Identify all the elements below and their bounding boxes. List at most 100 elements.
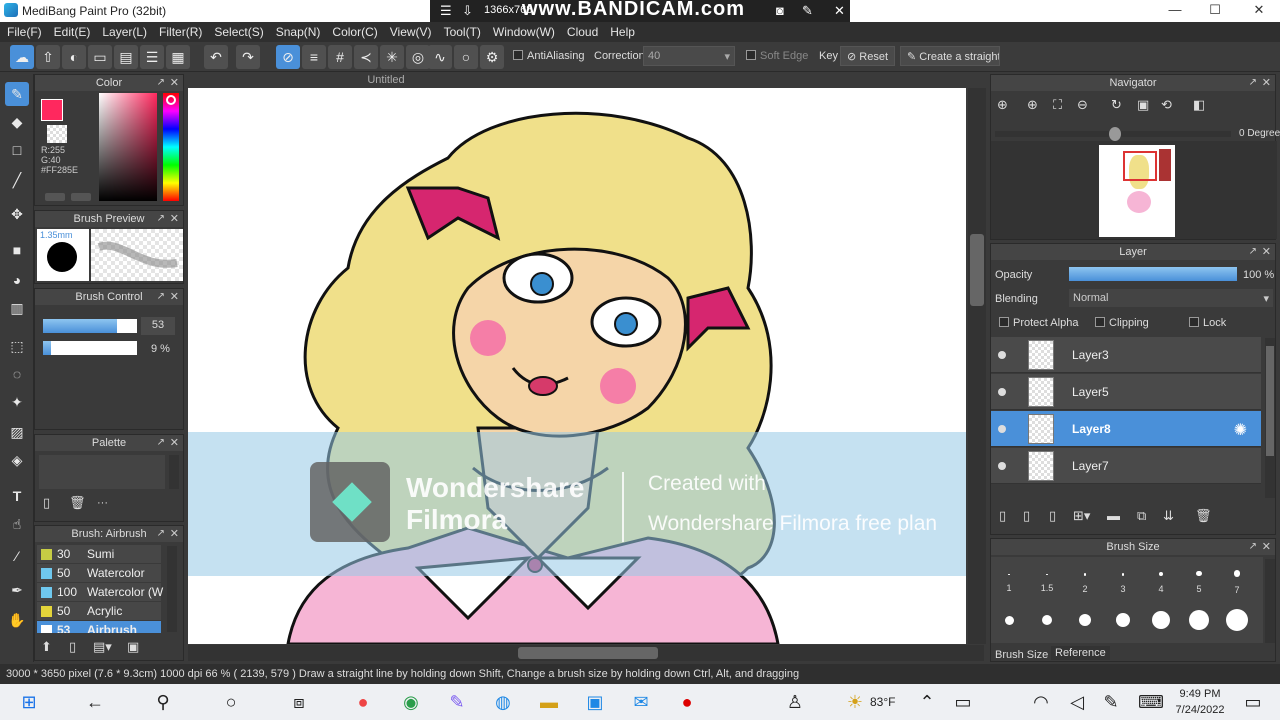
brush-size-cell[interactable]: 1.5 xyxy=(1035,565,1059,593)
palette-scrollbar[interactable] xyxy=(169,455,179,489)
close-icon[interactable]: ✕ xyxy=(170,289,179,305)
curve-snap-icon[interactable]: ∿ xyxy=(428,45,452,69)
delete-palette-icon[interactable]: 🗑 xyxy=(69,495,86,511)
add-layer-menu-icon[interactable]: ⊞▾ xyxy=(1073,508,1090,524)
navigator-preview[interactable] xyxy=(991,141,1277,239)
reset-rotation-icon[interactable]: ⟲ xyxy=(1161,97,1172,113)
float-icon[interactable]: ↗ xyxy=(157,75,165,91)
magic-wand-tool-icon[interactable]: ✦ xyxy=(5,390,29,414)
shape-tool-icon[interactable]: □ xyxy=(5,138,29,162)
visibility-icon[interactable] xyxy=(998,351,1006,359)
task-view-icon[interactable]: ⧈ xyxy=(286,690,312,714)
circle-snap-icon[interactable]: ◎ xyxy=(406,45,430,69)
merge-layer-icon[interactable]: ⇊ xyxy=(1163,508,1174,524)
list-icon[interactable]: ☰ xyxy=(140,45,164,69)
layer-settings-icon[interactable]: ✺ xyxy=(1234,420,1247,440)
protect-alpha-toggle[interactable]: Protect Alpha xyxy=(999,317,1078,329)
visibility-icon[interactable] xyxy=(998,388,1006,396)
new-halftone-layer-icon[interactable]: ▯ xyxy=(1023,508,1030,524)
line-tool-icon[interactable]: ╱ xyxy=(5,168,29,192)
menu-help[interactable]: Help xyxy=(603,22,640,39)
actual-size-icon[interactable]: ▣ xyxy=(1137,97,1149,113)
rotation-slider[interactable] xyxy=(995,127,1231,141)
brush-size-slider[interactable] xyxy=(43,319,137,333)
brush-list-item[interactable]: 53 Airbrush xyxy=(37,621,161,633)
new-layer-icon[interactable]: ▯ xyxy=(999,508,1006,524)
pen-icon[interactable]: ✎ xyxy=(1098,690,1124,714)
cloud-sync-icon[interactable]: ☁ xyxy=(10,45,34,69)
chevron-up-icon[interactable]: ⌃ xyxy=(914,690,940,714)
color-option-button[interactable] xyxy=(45,193,65,201)
document-icon[interactable]: ▤ xyxy=(114,45,138,69)
eraser-tool-icon[interactable]: ◆ xyxy=(5,110,29,134)
brush-size-cell[interactable] xyxy=(1223,609,1251,631)
hue-slider[interactable] xyxy=(163,93,179,201)
eyedropper-tool-icon[interactable]: ⁄ xyxy=(5,544,29,568)
menu-window[interactable]: Window(W) xyxy=(486,22,560,39)
chrome-icon[interactable]: ● xyxy=(350,690,376,714)
brush-size-cell[interactable]: 5 xyxy=(1187,565,1211,594)
hand-tool-icon[interactable]: ✋ xyxy=(5,608,29,632)
brush-list-scrollbar[interactable] xyxy=(167,546,177,632)
rotation-handle[interactable] xyxy=(1109,127,1121,141)
menu-filter[interactable]: Filter(R) xyxy=(152,22,207,39)
visibility-icon[interactable] xyxy=(998,462,1006,470)
volume-icon[interactable]: ◁ xyxy=(1064,690,1090,714)
ellipse-snap-icon[interactable]: ○ xyxy=(454,45,478,69)
brush-size-cell[interactable] xyxy=(1109,609,1137,627)
brush-size-cell[interactable] xyxy=(1185,609,1213,630)
float-icon[interactable]: ↗ xyxy=(157,289,165,305)
color-option-button[interactable] xyxy=(71,193,91,201)
vertical-scrollbar[interactable] xyxy=(968,88,986,644)
menu-color[interactable]: Color(C) xyxy=(325,22,382,39)
snap-settings-icon[interactable]: ⚙ xyxy=(480,45,504,69)
brush-list-item[interactable]: 100 Watercolor (W xyxy=(37,583,163,601)
layer-scroll-thumb[interactable] xyxy=(1266,346,1274,456)
brush-size-cell[interactable] xyxy=(1147,609,1175,629)
select-tool-icon[interactable]: ⬚ xyxy=(5,334,29,358)
add-palette-icon[interactable]: ▯ xyxy=(43,495,50,511)
close-icon[interactable]: ✕ xyxy=(1262,244,1271,260)
zoom-out-icon[interactable]: ⊖ xyxy=(1077,97,1088,113)
new-1bit-layer-icon[interactable]: ▯ xyxy=(1049,508,1056,524)
float-icon[interactable]: ↗ xyxy=(1249,244,1257,260)
grid-snap-icon[interactable]: # xyxy=(328,45,352,69)
brush-list-item[interactable]: 50 Watercolor xyxy=(37,564,161,582)
grid-icon[interactable]: ▦ xyxy=(166,45,190,69)
create-straight-button[interactable]: ✎ Create a straight xyxy=(900,46,1000,66)
layer-row[interactable]: Layer3 xyxy=(991,337,1261,373)
document-tab[interactable]: Untitled xyxy=(188,74,584,88)
pencil-icon[interactable]: ✎ xyxy=(802,3,813,19)
minimize-button[interactable]: — xyxy=(1160,2,1190,20)
comment-icon[interactable]: ◐ xyxy=(62,45,86,69)
menu-edit[interactable]: Edit(E) xyxy=(47,22,96,39)
pen-tool-icon[interactable]: ✒ xyxy=(5,578,29,602)
correction-dropdown[interactable]: 40 ▾ xyxy=(643,46,735,66)
horizontal-scroll-thumb[interactable] xyxy=(518,647,658,659)
float-icon[interactable]: ↗ xyxy=(1249,539,1257,555)
menu-snap[interactable]: Snap(N) xyxy=(269,22,326,39)
layer-row[interactable]: Layer5 xyxy=(991,374,1261,410)
saturation-value-picker[interactable] xyxy=(99,93,157,201)
maximize-button[interactable]: ☐ xyxy=(1200,2,1230,20)
brush-menu-icon[interactable]: ▤▾ xyxy=(93,639,112,655)
viewport-frame[interactable] xyxy=(1123,151,1157,181)
clock[interactable]: 9:49 PM 7/24/2022 xyxy=(1170,686,1230,718)
pin-icon[interactable]: ⇩ xyxy=(462,3,473,19)
operation-tool-icon[interactable]: ☝ xyxy=(5,512,29,536)
layer-row[interactable]: Layer8 ✺ xyxy=(991,411,1261,447)
brush-size-cell[interactable]: 1 xyxy=(997,565,1021,593)
menu-tool[interactable]: Tool(T) xyxy=(437,22,486,39)
brush-size-value[interactable]: 53 xyxy=(141,317,175,335)
fit-window-icon[interactable]: ⛶ xyxy=(1053,97,1062,113)
flip-icon[interactable]: ◧ xyxy=(1193,97,1205,113)
soft-edge-toggle[interactable]: Soft Edge xyxy=(746,50,808,62)
brush-size-cell[interactable]: 7 xyxy=(1225,565,1249,595)
zoom-in-small-icon[interactable]: ⊕ xyxy=(1027,97,1038,113)
close-icon[interactable]: ✕ xyxy=(170,211,179,227)
close-icon[interactable]: ✕ xyxy=(1262,75,1271,91)
primary-color-swatch[interactable] xyxy=(41,99,63,121)
new-brush-icon[interactable]: ▯ xyxy=(69,639,76,655)
brush-size-cell[interactable] xyxy=(1033,609,1061,625)
secondary-color-swatch[interactable] xyxy=(47,125,67,143)
